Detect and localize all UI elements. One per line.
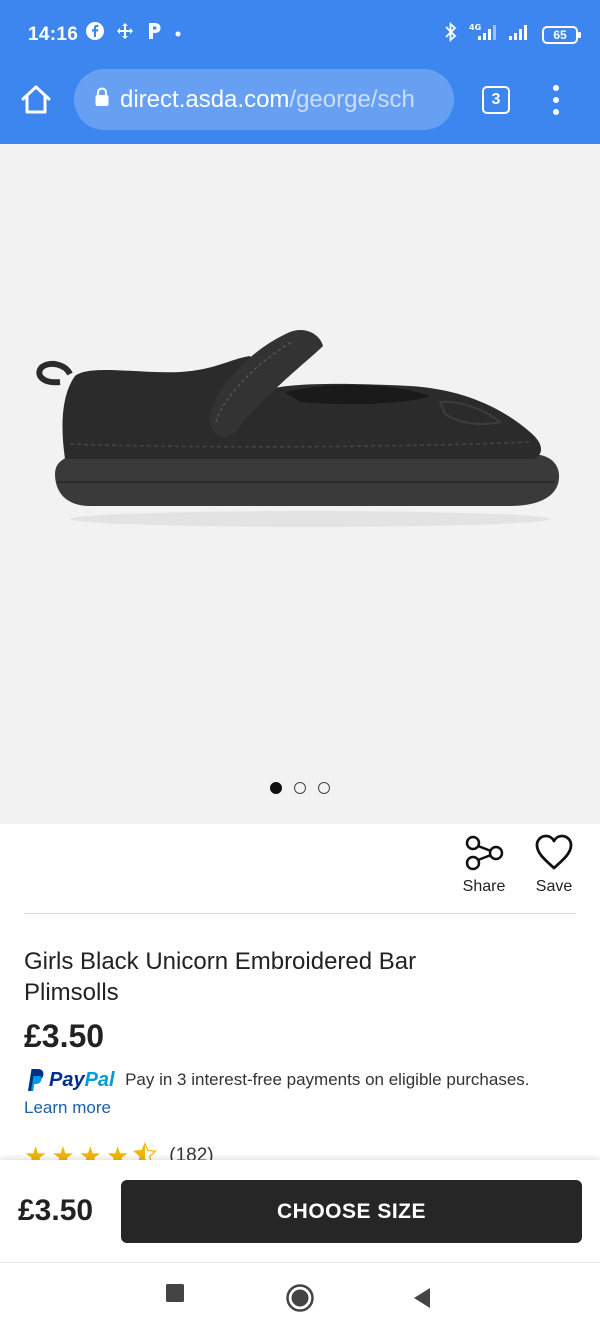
url-bar[interactable]: direct.asda.com/george/sch (74, 69, 454, 130)
home-icon (21, 85, 51, 114)
paypal-text: Pay in 3 interest-free payments on eligi… (125, 1070, 530, 1089)
paypal-word-pay: Pay (49, 1068, 85, 1091)
choose-size-button[interactable]: CHOOSE SIZE (121, 1180, 582, 1243)
url-text: direct.asda.com/george/sch (120, 86, 415, 114)
share-icon (465, 835, 504, 871)
product-actions: Share Save (462, 834, 576, 896)
svg-text:4G: 4G (469, 23, 481, 32)
carousel-dot-1[interactable] (270, 782, 282, 794)
carousel-dot-3[interactable] (318, 782, 330, 794)
status-right-icons: 4G 65 (444, 21, 581, 47)
home-system-button[interactable] (285, 1283, 315, 1318)
browser-toolbar: direct.asda.com/george/sch 3 (0, 68, 600, 144)
back-triangle-icon (414, 1288, 430, 1308)
status-bar: 14:16 4G 65 (0, 0, 600, 68)
browser-menu-button[interactable] (548, 82, 564, 118)
sticky-purchase-bar: £3.50 CHOOSE SIZE (0, 1160, 600, 1262)
product-image-shoe (36, 329, 560, 527)
back-button[interactable] (412, 1287, 432, 1314)
save-button[interactable]: Save (532, 834, 576, 896)
save-label: Save (535, 878, 573, 895)
paypal-icon (28, 1069, 44, 1091)
share-button[interactable]: Share (462, 834, 506, 896)
circle-icon (286, 1284, 314, 1312)
paypal-word-pal: Pal (84, 1068, 115, 1091)
bluetooth-icon (444, 21, 458, 47)
menu-dot (553, 85, 559, 91)
square-icon (166, 1284, 184, 1302)
signal-icon (508, 22, 532, 47)
facebook-icon (86, 22, 104, 45)
tab-switcher-button[interactable]: 3 (482, 86, 510, 114)
paypal-logo: PayPal (24, 1068, 115, 1092)
product-price: £3.50 (24, 1018, 105, 1054)
lock-icon (94, 87, 110, 112)
heart-icon (535, 834, 573, 870)
url-path: /george/sch (289, 85, 415, 113)
status-left-icons (86, 22, 182, 45)
dot-icon (174, 25, 182, 43)
system-nav-bar (0, 1262, 600, 1332)
paypal-promo: PayPal Pay in 3 interest-free payments o… (24, 1068, 584, 1118)
carousel-dots (0, 782, 600, 794)
signal-4g-icon: 4G (468, 22, 498, 47)
divider (24, 913, 576, 914)
home-button[interactable] (18, 82, 54, 118)
share-label: Share (462, 878, 506, 895)
sticky-price: £3.50 (18, 1194, 94, 1227)
recents-button[interactable] (165, 1283, 185, 1308)
status-time: 14:16 (28, 24, 79, 45)
move-icon (116, 22, 134, 45)
carousel-dot-2[interactable] (294, 782, 306, 794)
parking-icon (146, 22, 162, 45)
url-host: direct.asda.com (120, 85, 290, 113)
menu-dot (553, 109, 559, 115)
learn-more-link[interactable]: Learn more (24, 1098, 584, 1118)
product-image-carousel[interactable] (0, 144, 600, 824)
battery-indicator: 65 (542, 25, 581, 44)
product-title: Girls Black Unicorn Embroidered Bar Plim… (24, 948, 417, 1006)
menu-dot (553, 97, 559, 103)
